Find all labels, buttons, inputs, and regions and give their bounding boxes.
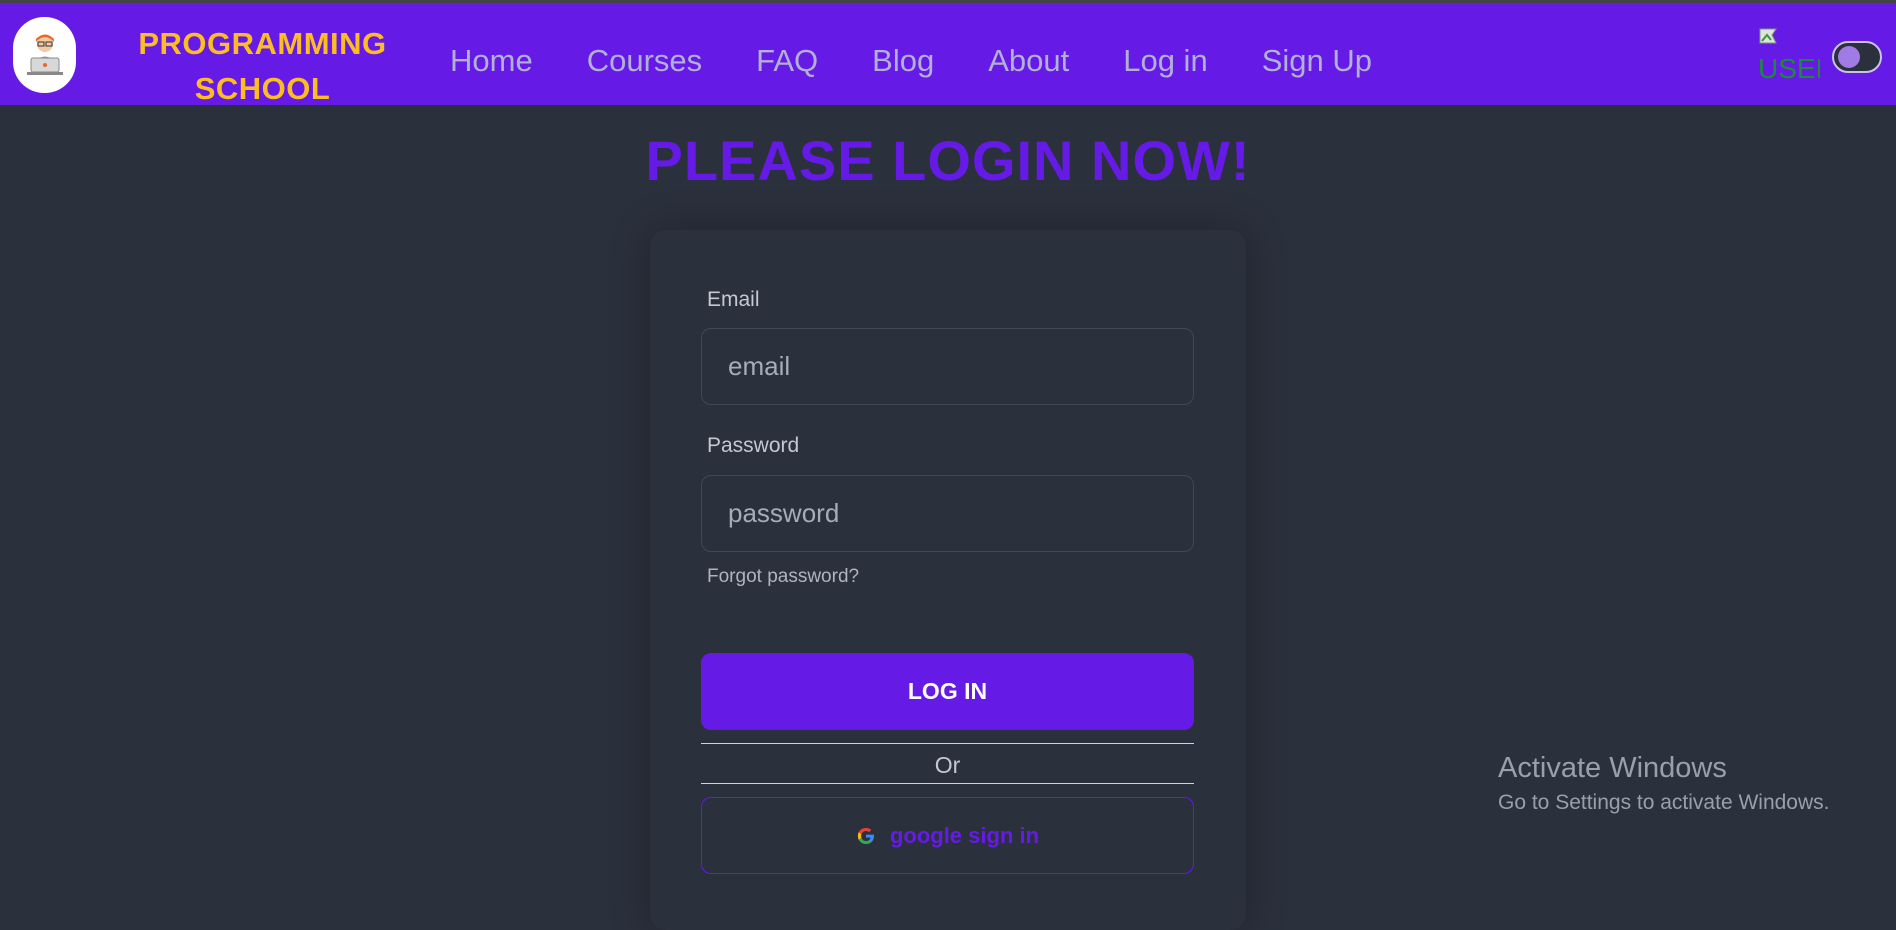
- login-button[interactable]: LOG IN: [701, 653, 1194, 730]
- nav-about[interactable]: About: [988, 36, 1069, 86]
- divider-bottom: [701, 783, 1194, 784]
- nav-signup[interactable]: Sign Up: [1262, 36, 1372, 86]
- activate-windows-title: Activate Windows: [1498, 752, 1727, 784]
- google-icon: [856, 826, 876, 846]
- page-title: PLEASE LOGIN NOW!: [645, 129, 1251, 192]
- theme-toggle-knob: [1838, 46, 1860, 68]
- google-signin-button[interactable]: google sign in: [701, 797, 1194, 874]
- nav-home[interactable]: Home: [450, 36, 533, 86]
- divider-top: [701, 743, 1194, 744]
- password-input[interactable]: [701, 475, 1194, 552]
- google-signin-label: google sign in: [889, 822, 1040, 848]
- user-avatar-alt-text: USER: [1758, 53, 1820, 84]
- nav-faq[interactable]: FAQ: [756, 36, 818, 86]
- password-label: Password: [707, 434, 800, 457]
- or-separator: Or: [934, 752, 961, 778]
- activate-windows-subtitle: Go to Settings to activate Windows.: [1498, 791, 1830, 814]
- brand-line-2: SCHOOL: [194, 71, 331, 106]
- email-input[interactable]: [701, 328, 1194, 405]
- activate-windows-watermark: Activate Windows Go to Settings to activ…: [1498, 752, 1830, 815]
- email-label: Email: [707, 288, 760, 311]
- theme-toggle[interactable]: [1832, 41, 1882, 73]
- nav-login[interactable]: Log in: [1123, 36, 1207, 86]
- brand-line-1: PROGRAMMING: [138, 26, 387, 61]
- nav-links: Home Courses FAQ Blog About Log in Sign …: [450, 36, 1426, 86]
- logo[interactable]: [13, 17, 76, 93]
- nav-blog[interactable]: Blog: [872, 36, 934, 86]
- user-avatar[interactable]: USER: [1758, 25, 1820, 89]
- broken-image-icon: [1759, 28, 1777, 44]
- forgot-password-link[interactable]: Forgot password?: [707, 566, 859, 588]
- brand-name[interactable]: PROGRAMMING SCHOOL: [110, 21, 415, 111]
- navbar: PROGRAMMING SCHOOL Home Courses FAQ Blog…: [0, 3, 1896, 106]
- nav-courses[interactable]: Courses: [587, 36, 702, 86]
- programmer-logo-icon: [26, 34, 63, 75]
